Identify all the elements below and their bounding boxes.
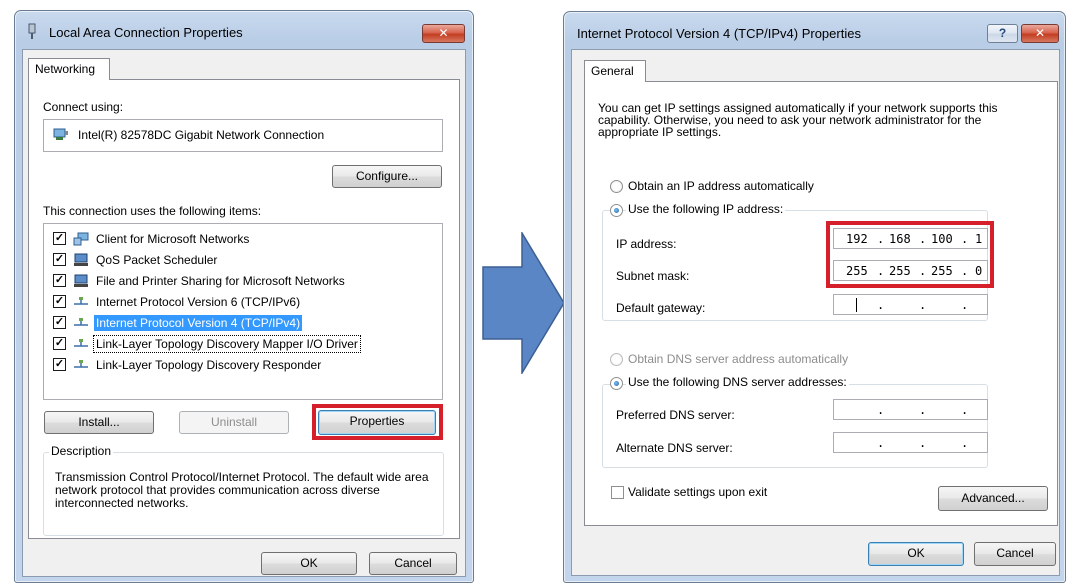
pdns-dot-1: . (877, 403, 885, 417)
list-item-label: Internet Protocol Version 6 (TCP/IPv6) (96, 295, 301, 309)
pdns-dot-3: . (961, 403, 969, 417)
protocol-icon (74, 318, 88, 326)
items-label: This connection uses the following items… (43, 204, 262, 218)
obtain-ip-auto-radio[interactable] (610, 180, 623, 193)
gateway-dot-2: . (919, 298, 927, 312)
network-client-icon (73, 232, 89, 246)
close-button[interactable]: ✕ (1021, 24, 1059, 43)
default-gateway-label: Default gateway: (616, 301, 706, 315)
text-caret (856, 298, 857, 312)
connect-using-label: Connect using: (43, 100, 124, 114)
use-following-ip-radio[interactable] (610, 204, 623, 217)
computer-service-icon (74, 274, 88, 287)
ip-address-label: IP address: (616, 237, 677, 251)
obtain-ip-auto-label[interactable]: Obtain an IP address automatically (628, 179, 814, 193)
pdns-dot-2: . (919, 403, 927, 417)
list-item[interactable]: ✓ Link-Layer Topology Discovery Responder (44, 355, 442, 376)
subnet-mask-label: Subnet mask: (616, 269, 690, 283)
properties-highlight-box (312, 404, 443, 440)
cancel-button[interactable]: Cancel (974, 542, 1056, 566)
validate-checkbox[interactable] (611, 486, 624, 499)
protocol-icon (74, 339, 88, 347)
tab-general[interactable]: General (584, 60, 646, 82)
close-button[interactable]: ✕ (422, 24, 465, 43)
components-list[interactable]: ✓ Client for Microsoft Networks ✓ QoS Packe… (43, 223, 443, 400)
tab-networking[interactable]: Networking (28, 58, 110, 80)
list-item-label: QoS Packet Scheduler (96, 253, 218, 267)
list-item[interactable]: ✓ File and Printer Sharing for Microsoft … (44, 271, 442, 292)
advanced-button[interactable]: Advanced... (938, 486, 1048, 511)
list-item[interactable]: ✓ QoS Packet Scheduler (44, 250, 442, 271)
list-item[interactable]: ✓ Internet Protocol Version 4 (TCP/IPv4) (44, 313, 442, 334)
list-item-label: Link-Layer Topology Discovery Responder (96, 358, 322, 372)
list-item[interactable]: ✓ Internet Protocol Version 6 (TCP/IPv6) (44, 292, 442, 313)
ok-button[interactable]: OK (868, 542, 964, 566)
gateway-dot-3: . (961, 298, 969, 312)
dialog-client-area: General You can get IP settings assigned… (571, 49, 1060, 576)
item-checkbox[interactable]: ✓ (53, 253, 66, 266)
ip-highlight-box (826, 221, 994, 288)
dns-settings-group (602, 384, 988, 468)
obtain-dns-auto-radio (610, 353, 623, 366)
protocol-icon (74, 297, 88, 305)
adapter-name: Intel(R) 82578DC Gigabit Network Connect… (78, 128, 325, 142)
dialog-client-area: Networking Connect using: Intel(R) 82578… (22, 49, 466, 577)
list-item-label: Client for Microsoft Networks (96, 232, 250, 246)
network-adapter-icon (28, 23, 36, 39)
validate-label[interactable]: Validate settings upon exit (628, 485, 767, 499)
use-following-ip-label[interactable]: Use the following IP address: (626, 202, 786, 216)
window-title: Internet Protocol Version 4 (TCP/IPv4) P… (577, 26, 861, 41)
item-checkbox[interactable]: ✓ (53, 232, 66, 245)
adns-dot-1: . (877, 436, 885, 450)
protocol-icon (74, 360, 88, 368)
alternate-dns-field[interactable]: . . . (833, 432, 988, 453)
local-area-connection-properties-window: Local Area Connection Properties ✕ Netwo… (14, 10, 474, 583)
network-card-icon (53, 128, 68, 140)
configure-button[interactable]: Configure... (332, 165, 442, 188)
right-arrow-icon (482, 232, 565, 374)
item-checkbox[interactable]: ✓ (53, 316, 66, 329)
list-item-label: Internet Protocol Version 4 (TCP/IPv4) (94, 315, 303, 331)
adns-dot-3: . (961, 436, 969, 450)
ipv4-properties-window: Internet Protocol Version 4 (TCP/IPv4) P… (563, 11, 1066, 583)
ok-button[interactable]: OK (261, 552, 357, 575)
general-tab-panel: You can get IP settings assigned automat… (584, 81, 1058, 526)
preferred-dns-label: Preferred DNS server: (616, 408, 735, 422)
install-button[interactable]: Install... (44, 411, 154, 434)
item-checkbox[interactable]: ✓ (53, 295, 66, 308)
description-text: Transmission Control Protocol/Internet P… (55, 470, 429, 510)
default-gateway-field[interactable]: . . . (833, 294, 988, 315)
computer-service-icon (74, 253, 88, 266)
networking-tab-panel: Connect using: Intel(R) 82578DC Gigabit … (28, 79, 460, 539)
preferred-dns-field[interactable]: . . . (833, 399, 988, 420)
item-checkbox[interactable]: ✓ (53, 274, 66, 287)
cancel-button[interactable]: Cancel (369, 552, 457, 575)
obtain-dns-auto-label: Obtain DNS server address automatically (628, 352, 849, 366)
list-item[interactable]: ✓ Client for Microsoft Networks (44, 229, 442, 250)
list-item[interactable]: ✓ Link-Layer Topology Discovery Mapper I/… (44, 334, 442, 355)
help-button[interactable]: ? (987, 24, 1018, 43)
list-item-label: Link-Layer Topology Discovery Mapper I/O… (93, 335, 361, 353)
description-legend: Description (49, 444, 114, 458)
adapter-name-box: Intel(R) 82578DC Gigabit Network Connect… (43, 119, 443, 152)
gateway-dot-1: . (877, 298, 885, 312)
list-item-label: File and Printer Sharing for Microsoft N… (96, 274, 345, 288)
window-title: Local Area Connection Properties (49, 25, 243, 40)
item-checkbox[interactable]: ✓ (53, 337, 66, 350)
use-following-dns-label[interactable]: Use the following DNS server addresses: (626, 375, 849, 389)
alternate-dns-label: Alternate DNS server: (616, 441, 733, 455)
uninstall-button: Uninstall (179, 411, 289, 434)
intro-text: You can get IP settings assigned automat… (598, 101, 998, 139)
use-following-dns-radio[interactable] (610, 377, 623, 390)
adns-dot-2: . (919, 436, 927, 450)
item-checkbox[interactable]: ✓ (53, 358, 66, 371)
